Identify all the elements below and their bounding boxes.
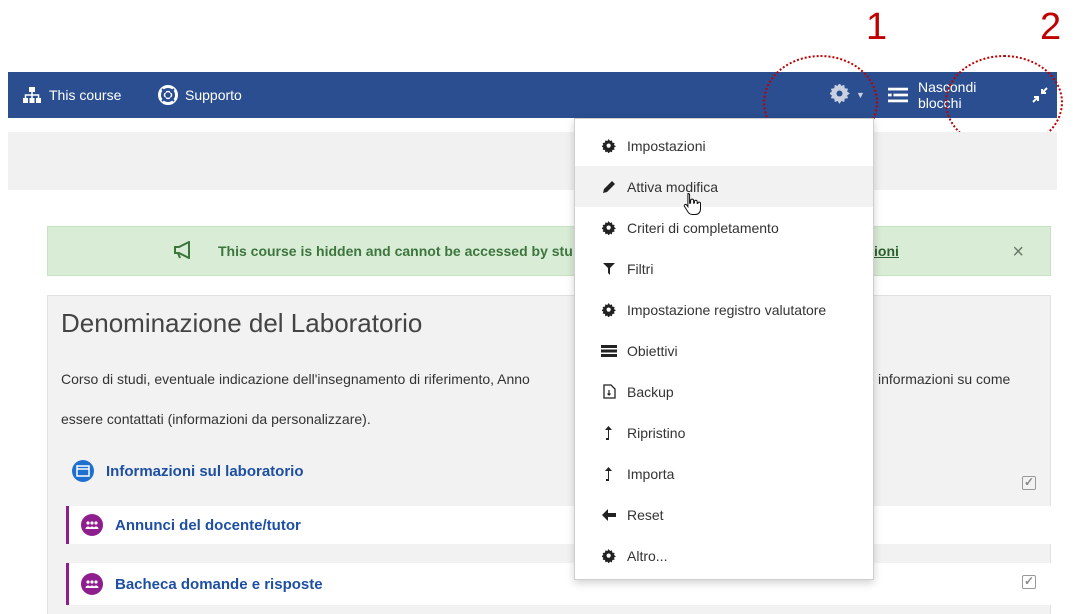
page-header (8, 132, 1057, 190)
activity-lab-info[interactable]: Informazioni sul laboratorio ✓ (72, 456, 1057, 490)
annotation-number-2: 2 (1040, 6, 1062, 48)
gear-icon (601, 548, 617, 564)
top-navbar: This course Supporto ▼ Nascondi blocchi (8, 72, 1057, 118)
menu-item-completion-criteria[interactable]: Criteri di completamento (575, 207, 873, 248)
page-icon (72, 460, 94, 482)
completion-checkbox-icon[interactable]: ✓ (1022, 476, 1036, 490)
gear-icon (601, 302, 617, 318)
menu-item-outcomes[interactable]: Obiettivi (575, 330, 873, 371)
menu-item-label: Criteri di completamento (627, 219, 779, 236)
activity-label: Bacheca domande e risposte (115, 575, 323, 593)
menu-item-label: Filtri (627, 260, 654, 277)
course-title: Denominazione del Laboratorio (61, 308, 423, 338)
activity-label: Informazioni sul laboratorio (106, 462, 304, 480)
forum-icon (81, 514, 103, 536)
menu-item-label: Altro... (627, 547, 668, 564)
alert-settings-link[interactable]: ioni (874, 243, 899, 259)
level-up-icon (601, 466, 617, 482)
course-description-line-2: essere contattati (informazioni da perso… (61, 411, 371, 427)
menu-item-label: Importa (627, 465, 675, 482)
this-course-label: This course (49, 87, 122, 103)
support-menu[interactable]: Supporto (158, 72, 242, 118)
annotation-number-1: 1 (866, 6, 888, 48)
activity-announcements[interactable]: Annunci del docente/tutor (66, 506, 1052, 544)
hidden-course-alert: This course is hidden and cannot be acce… (47, 226, 1051, 276)
gear-icon (601, 138, 617, 154)
menu-item-turn-editing-on[interactable]: Attiva modifica (575, 166, 873, 207)
file-icon (601, 384, 617, 400)
menu-item-label: Attiva modifica (627, 178, 719, 195)
course-settings-dropdown: Impostazioni Attiva modifica Criteri di … (574, 118, 874, 580)
close-icon[interactable]: × (1012, 241, 1024, 264)
menu-item-backup[interactable]: Backup (575, 371, 873, 412)
menu-item-label: Ripristino (627, 424, 686, 441)
level-up-icon (601, 425, 617, 441)
menu-item-label: Impostazioni (627, 137, 706, 154)
course-description-right: informazioni su come (878, 371, 1011, 387)
support-label: Supporto (185, 87, 242, 103)
activity-qa-board[interactable]: Bacheca domande e risposte ✓ (66, 563, 1052, 605)
filter-icon (601, 261, 617, 277)
sitemap-icon (22, 85, 42, 105)
completion-checkbox-icon[interactable]: ✓ (1022, 575, 1036, 589)
menu-item-import[interactable]: Importa (575, 453, 873, 494)
this-course-menu[interactable]: This course (22, 72, 121, 118)
menu-item-restore[interactable]: Ripristino (575, 412, 873, 453)
forum-icon (81, 573, 103, 595)
gear-icon (601, 220, 617, 236)
menu-item-label: Reset (627, 506, 664, 523)
menu-item-settings[interactable]: Impostazioni (575, 125, 873, 166)
list-icon (888, 85, 908, 105)
menu-item-filters[interactable]: Filtri (575, 248, 873, 289)
hand-cursor-icon (683, 192, 701, 221)
menu-item-more[interactable]: Altro... (575, 535, 873, 576)
pencil-icon (601, 179, 617, 195)
course-section: Denominazione del Laboratorio Corso di s… (47, 295, 1052, 614)
alert-text: This course is hidden and cannot be acce… (218, 243, 573, 259)
menu-item-gradebook-setup[interactable]: Impostazione registro valutatore (575, 289, 873, 330)
menu-item-label: Obiettivi (627, 342, 678, 359)
list-icon (601, 343, 617, 359)
menu-item-label: Impostazione registro valutatore (627, 301, 827, 318)
menu-item-label: Backup (627, 383, 674, 400)
menu-item-reset[interactable]: Reset (575, 494, 873, 535)
arrow-left-icon (601, 507, 617, 523)
life-ring-icon (158, 85, 178, 105)
bullhorn-icon (173, 240, 195, 262)
activity-label: Annunci del docente/tutor (115, 516, 301, 534)
